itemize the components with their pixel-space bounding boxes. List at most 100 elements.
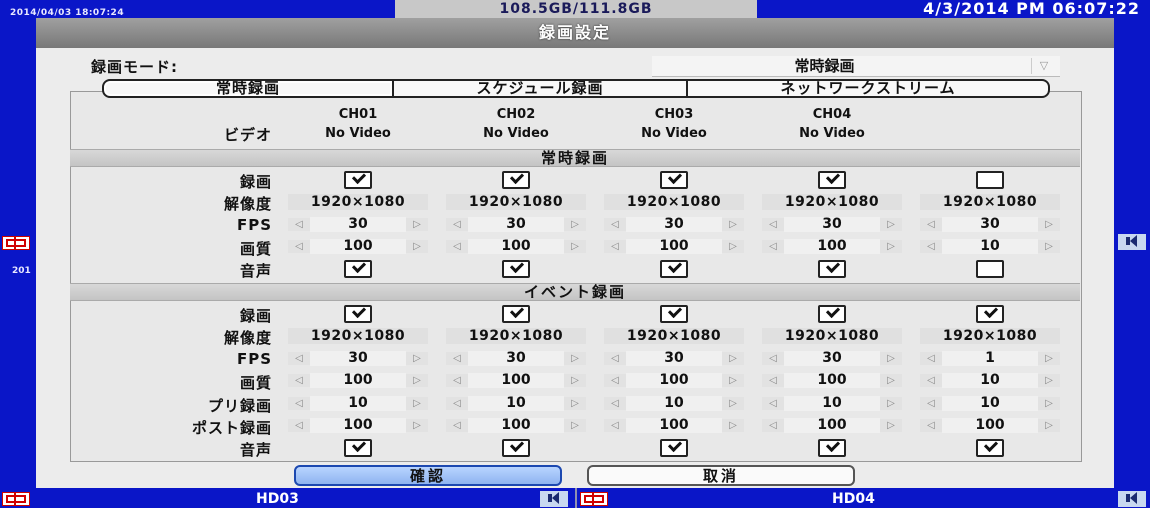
resolution-value[interactable]: 1920×1080: [446, 328, 586, 344]
record-checkbox[interactable]: [660, 171, 688, 189]
audio-checkbox[interactable]: [660, 439, 688, 457]
resolution-value[interactable]: 1920×1080: [920, 194, 1060, 210]
spin-left-arrow-icon[interactable]: ◁: [604, 397, 626, 410]
spin-right-arrow-icon[interactable]: ▷: [406, 397, 428, 410]
dropdown-arrow-icon[interactable]: ▽: [1031, 58, 1056, 74]
camera-icon[interactable]: [580, 492, 608, 506]
audio-checkbox[interactable]: [818, 260, 846, 278]
spin-left-arrow-icon[interactable]: ◁: [762, 397, 784, 410]
spin-left-arrow-icon[interactable]: ◁: [288, 397, 310, 410]
spin-left-arrow-icon[interactable]: ◁: [762, 374, 784, 387]
spin-right-arrow-icon[interactable]: ▷: [880, 352, 902, 365]
resolution-value[interactable]: 1920×1080: [446, 194, 586, 210]
spin-right-arrow-icon[interactable]: ▷: [564, 397, 586, 410]
resolution-value[interactable]: 1920×1080: [604, 328, 744, 344]
record-checkbox[interactable]: [502, 171, 530, 189]
audio-checkbox[interactable]: [502, 260, 530, 278]
spin-right-arrow-icon[interactable]: ▷: [722, 397, 744, 410]
camera-icon[interactable]: [2, 492, 30, 506]
spin-right-arrow-icon[interactable]: ▷: [406, 218, 428, 231]
audio-checkbox[interactable]: [502, 439, 530, 457]
spin-left-arrow-icon[interactable]: ◁: [920, 218, 942, 231]
spin-left-arrow-icon[interactable]: ◁: [446, 240, 468, 253]
spin-left-arrow-icon[interactable]: ◁: [604, 218, 626, 231]
spin-left-arrow-icon[interactable]: ◁: [288, 419, 310, 432]
record-checkbox[interactable]: [344, 171, 372, 189]
spin-right-arrow-icon[interactable]: ▷: [564, 419, 586, 432]
spin-right-arrow-icon[interactable]: ▷: [880, 374, 902, 387]
audio-checkbox[interactable]: [660, 260, 688, 278]
spin-left-arrow-icon[interactable]: ◁: [604, 352, 626, 365]
spin-right-arrow-icon[interactable]: ▷: [880, 419, 902, 432]
spin-right-arrow-icon[interactable]: ▷: [722, 240, 744, 253]
spin-left-arrow-icon[interactable]: ◁: [446, 397, 468, 410]
audio-checkbox[interactable]: [344, 439, 372, 457]
tab-continuous-recording[interactable]: 常時録画: [102, 79, 394, 98]
spin-right-arrow-icon[interactable]: ▷: [406, 240, 428, 253]
tab-network-stream[interactable]: ネットワークストリーム: [686, 79, 1050, 98]
resolution-value[interactable]: 1920×1080: [288, 194, 428, 210]
spin-left-arrow-icon[interactable]: ◁: [920, 240, 942, 253]
spin-right-arrow-icon[interactable]: ▷: [564, 240, 586, 253]
cancel-button[interactable]: 取消: [587, 465, 855, 486]
spin-right-arrow-icon[interactable]: ▷: [722, 352, 744, 365]
resolution-value[interactable]: 1920×1080: [288, 328, 428, 344]
spin-left-arrow-icon[interactable]: ◁: [446, 419, 468, 432]
spin-left-arrow-icon[interactable]: ◁: [288, 218, 310, 231]
spin-right-arrow-icon[interactable]: ▷: [880, 397, 902, 410]
record-checkbox[interactable]: [502, 305, 530, 323]
spin-right-arrow-icon[interactable]: ▷: [564, 218, 586, 231]
spin-left-arrow-icon[interactable]: ◁: [446, 374, 468, 387]
spin-left-arrow-icon[interactable]: ◁: [288, 352, 310, 365]
spin-left-arrow-icon[interactable]: ◁: [762, 218, 784, 231]
spin-left-arrow-icon[interactable]: ◁: [920, 397, 942, 410]
confirm-button[interactable]: 確認: [294, 465, 562, 486]
record-checkbox[interactable]: [660, 305, 688, 323]
spin-left-arrow-icon[interactable]: ◁: [446, 218, 468, 231]
record-checkbox[interactable]: [976, 305, 1004, 323]
spin-right-arrow-icon[interactable]: ▷: [880, 240, 902, 253]
spin-right-arrow-icon[interactable]: ▷: [1038, 240, 1060, 253]
spin-left-arrow-icon[interactable]: ◁: [288, 374, 310, 387]
spin-right-arrow-icon[interactable]: ▷: [1038, 374, 1060, 387]
audio-checkbox[interactable]: [976, 260, 1004, 278]
spin-right-arrow-icon[interactable]: ▷: [406, 374, 428, 387]
audio-checkbox[interactable]: [344, 260, 372, 278]
spin-right-arrow-icon[interactable]: ▷: [1038, 352, 1060, 365]
spin-right-arrow-icon[interactable]: ▷: [722, 419, 744, 432]
resolution-value[interactable]: 1920×1080: [920, 328, 1060, 344]
spin-right-arrow-icon[interactable]: ▷: [722, 374, 744, 387]
spin-left-arrow-icon[interactable]: ◁: [762, 240, 784, 253]
spin-right-arrow-icon[interactable]: ▷: [880, 218, 902, 231]
spin-right-arrow-icon[interactable]: ▷: [1038, 218, 1060, 231]
record-checkbox[interactable]: [818, 171, 846, 189]
spin-right-arrow-icon[interactable]: ▷: [406, 419, 428, 432]
spin-left-arrow-icon[interactable]: ◁: [762, 352, 784, 365]
speaker-icon[interactable]: [1118, 234, 1146, 250]
resolution-value[interactable]: 1920×1080: [604, 194, 744, 210]
spin-left-arrow-icon[interactable]: ◁: [920, 419, 942, 432]
spin-left-arrow-icon[interactable]: ◁: [446, 352, 468, 365]
spin-left-arrow-icon[interactable]: ◁: [920, 352, 942, 365]
camera-icon[interactable]: [2, 236, 30, 250]
spin-right-arrow-icon[interactable]: ▷: [722, 218, 744, 231]
spin-left-arrow-icon[interactable]: ◁: [762, 419, 784, 432]
spin-left-arrow-icon[interactable]: ◁: [604, 419, 626, 432]
spin-right-arrow-icon[interactable]: ▷: [406, 352, 428, 365]
resolution-value[interactable]: 1920×1080: [762, 194, 902, 210]
recording-mode-select[interactable]: 常時録画 ▽: [652, 56, 1060, 77]
tab-schedule-recording[interactable]: スケジュール録画: [392, 79, 688, 98]
resolution-value[interactable]: 1920×1080: [762, 328, 902, 344]
spin-right-arrow-icon[interactable]: ▷: [564, 374, 586, 387]
spin-left-arrow-icon[interactable]: ◁: [604, 240, 626, 253]
spin-right-arrow-icon[interactable]: ▷: [1038, 419, 1060, 432]
speaker-icon[interactable]: [540, 491, 568, 507]
speaker-icon[interactable]: [1118, 491, 1146, 507]
spin-right-arrow-icon[interactable]: ▷: [1038, 397, 1060, 410]
audio-checkbox[interactable]: [976, 439, 1004, 457]
spin-left-arrow-icon[interactable]: ◁: [288, 240, 310, 253]
spin-left-arrow-icon[interactable]: ◁: [604, 374, 626, 387]
spin-left-arrow-icon[interactable]: ◁: [920, 374, 942, 387]
spin-right-arrow-icon[interactable]: ▷: [564, 352, 586, 365]
record-checkbox[interactable]: [976, 171, 1004, 189]
